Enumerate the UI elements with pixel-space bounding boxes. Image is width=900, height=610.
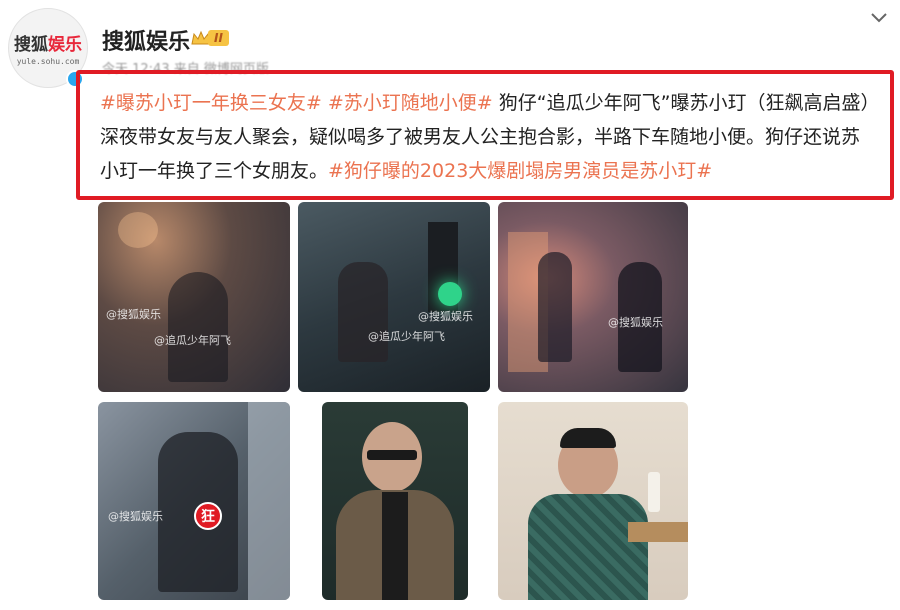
photo-watermark: @搜狐娱乐 [108, 510, 163, 523]
avatar-logo-part-a: 搜狐 [14, 35, 48, 55]
photo-2[interactable]: @搜狐娱乐 @追瓜少年阿飞 [298, 202, 490, 392]
photo-1[interactable]: @搜狐娱乐 @追瓜少年阿飞 [98, 202, 290, 392]
photo-watermark: @搜狐娱乐 [106, 308, 161, 321]
hashtag-link[interactable]: #狗仔曝的2023大爆剧塌房男演员是苏小玎# [328, 160, 712, 182]
avatar-logo-part-b: 娱乐 [48, 35, 82, 55]
photo-4[interactable]: 狂 @搜狐娱乐 [98, 402, 290, 600]
hashtag-link[interactable]: #苏小玎随地小便# [328, 92, 493, 114]
post-text: #曝苏小玎一年换三女友# #苏小玎随地小便# 狗仔“追瓜少年阿飞”曝苏小玎（狂飙… [76, 70, 894, 200]
photo-watermark: @搜狐娱乐 [418, 310, 473, 323]
avatar-domain: yule.sohu.com [16, 57, 80, 66]
photo-3[interactable]: @搜狐娱乐 [498, 202, 688, 392]
photo-6[interactable] [498, 402, 688, 600]
photo-grid: @搜狐娱乐 @追瓜少年阿飞 @搜狐娱乐 @追瓜少年阿飞 @搜狐娱乐 狂 @搜狐娱… [98, 202, 688, 600]
photo-watermark: @追瓜少年阿飞 [368, 330, 445, 343]
chevron-down-icon[interactable] [868, 6, 890, 28]
photo-5[interactable] [322, 402, 468, 600]
level-label: II [208, 30, 229, 46]
watermark-badge: 狂 [194, 502, 222, 530]
photo-watermark: @搜狐娱乐 [608, 316, 663, 329]
level-badge: II [190, 27, 229, 49]
account-name[interactable]: 搜狐娱乐 [102, 24, 190, 56]
avatar-logo: 搜狐娱乐 [14, 30, 82, 55]
hashtag-link[interactable]: #曝苏小玎一年换三女友# [100, 92, 322, 114]
photo-watermark: @追瓜少年阿飞 [154, 334, 231, 347]
